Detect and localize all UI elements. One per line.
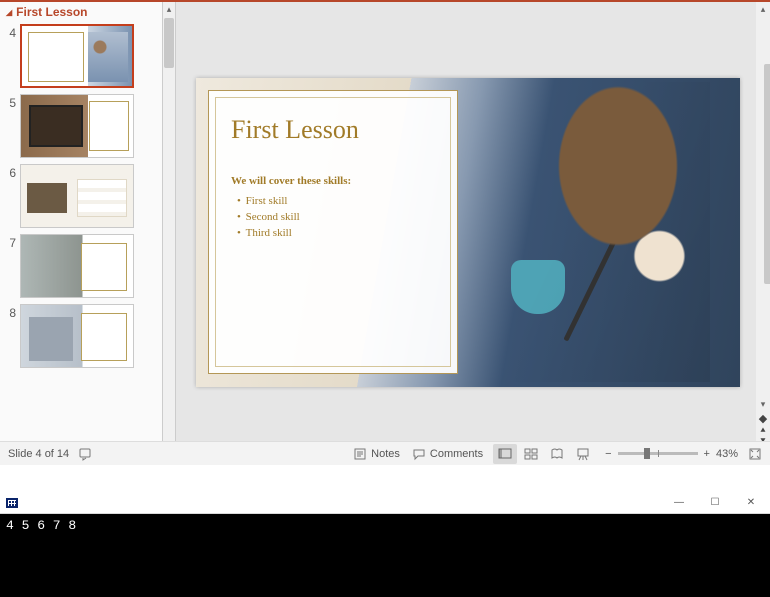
spellcheck-icon[interactable] — [79, 447, 93, 461]
slide-subtitle[interactable]: We will cover these skills: — [231, 175, 435, 187]
zoom-slider[interactable] — [618, 452, 698, 455]
slide-text-card[interactable]: First Lesson We will cover these skills:… — [208, 90, 458, 374]
comments-label: Comments — [430, 448, 483, 460]
notes-button[interactable]: Notes — [347, 444, 406, 464]
scrollbar-handle[interactable] — [764, 64, 770, 284]
section-header-label: First Lesson — [16, 5, 87, 19]
thumbnail-slide[interactable] — [20, 24, 134, 88]
slide-bullet-item[interactable]: First skill — [237, 195, 435, 207]
reading-view-icon — [550, 447, 564, 461]
reading-view-button[interactable] — [545, 444, 569, 464]
slide-thumbnails-panel: ◢ First Lesson 45678 ◢ Course Progress — [0, 2, 162, 465]
close-button[interactable]: ✕ — [734, 492, 768, 512]
thumbnail-row[interactable]: 4 — [6, 24, 156, 88]
slide-canvas-area: First Lesson We will cover these skills:… — [176, 2, 770, 449]
thumbnail-slide[interactable] — [20, 234, 134, 298]
slide-bullet-item[interactable]: Third skill — [237, 227, 435, 239]
collapse-triangle-icon: ◢ — [6, 8, 12, 17]
console-text: 4 5 6 7 8 — [6, 518, 76, 533]
powerpoint-window: ◢ First Lesson 45678 ◢ Course Progress ▴… — [0, 0, 770, 465]
photo-cup — [511, 260, 565, 314]
console-titlebar[interactable]: — ☐ ✕ — [0, 492, 770, 514]
slide-bullet-list[interactable]: First skill Second skill Third skill — [231, 195, 435, 239]
thumbnail-number: 7 — [6, 234, 20, 250]
zoom-out-button[interactable]: − — [605, 448, 611, 460]
console-icon — [6, 498, 18, 508]
view-mode-group — [493, 444, 595, 464]
zoom-slider-midpoint — [658, 450, 659, 457]
fit-to-window-button[interactable] — [748, 447, 762, 461]
scroll-down-arrow-icon[interactable]: ▾ — [757, 397, 769, 411]
notes-label: Notes — [371, 448, 400, 460]
slideshow-icon — [576, 447, 590, 461]
thumbnail-number: 5 — [6, 94, 20, 110]
thumbnail-row[interactable]: 7 — [6, 234, 156, 298]
thumbnail-scrollbar[interactable]: ▴ ▾ — [162, 2, 176, 465]
scrollbar-handle[interactable] — [164, 18, 174, 68]
normal-view-icon — [498, 447, 512, 461]
scroll-up-arrow-icon[interactable]: ▴ — [163, 2, 175, 16]
canvas-vertical-scrollbar[interactable]: ▴ ▾ ◆ ⯅ ⯆ — [756, 2, 770, 449]
maximize-button[interactable]: ☐ — [698, 492, 732, 512]
slideshow-view-button[interactable] — [571, 444, 595, 464]
zoom-slider-handle[interactable] — [644, 448, 650, 459]
thumbnail-slide[interactable] — [20, 164, 134, 228]
thumbnail-number: 6 — [6, 164, 20, 180]
zoom-in-button[interactable]: + — [704, 448, 710, 460]
section-header-first-lesson[interactable]: ◢ First Lesson — [0, 2, 162, 22]
thumbnail-slide[interactable] — [20, 94, 134, 158]
slide-sorter-view-button[interactable] — [519, 444, 543, 464]
normal-view-button[interactable] — [493, 444, 517, 464]
thumbnail-number: 8 — [6, 304, 20, 320]
comments-button[interactable]: Comments — [406, 444, 489, 464]
notes-icon — [353, 447, 367, 461]
console-output[interactable]: 4 5 6 7 8 — [0, 514, 770, 597]
scroll-up-arrow-icon[interactable]: ▴ — [757, 2, 769, 16]
thumbnail-row[interactable]: 5 — [6, 94, 156, 158]
fit-up-icon[interactable]: ⯅ — [759, 426, 766, 434]
zoom-control: − + 43% — [605, 447, 762, 461]
diamond-icon[interactable]: ◆ — [759, 415, 767, 423]
slide-title[interactable]: First Lesson — [231, 115, 435, 145]
thumbnail-slide[interactable] — [20, 304, 134, 368]
thumbnail-row[interactable]: 6 — [6, 164, 156, 228]
thumbnail-number: 4 — [6, 24, 20, 40]
console-window: — ☐ ✕ 4 5 6 7 8 — [0, 492, 770, 597]
window-buttons: — ☐ ✕ — [662, 492, 768, 512]
thumbnail-list: 4 5 6 7 8 — [0, 22, 162, 376]
slide[interactable]: First Lesson We will cover these skills:… — [196, 78, 740, 387]
photo-pen — [563, 204, 633, 341]
slide-bullet-item[interactable]: Second skill — [237, 211, 435, 223]
comments-icon — [412, 447, 426, 461]
zoom-percent[interactable]: 43% — [716, 448, 738, 460]
slide-sorter-icon — [524, 447, 538, 461]
thumbnail-row[interactable]: 8 — [6, 304, 156, 368]
minimize-button[interactable]: — — [662, 492, 696, 512]
status-bar: Slide 4 of 14 Notes Comments — [0, 441, 770, 465]
slide-counter[interactable]: Slide 4 of 14 — [8, 448, 69, 460]
